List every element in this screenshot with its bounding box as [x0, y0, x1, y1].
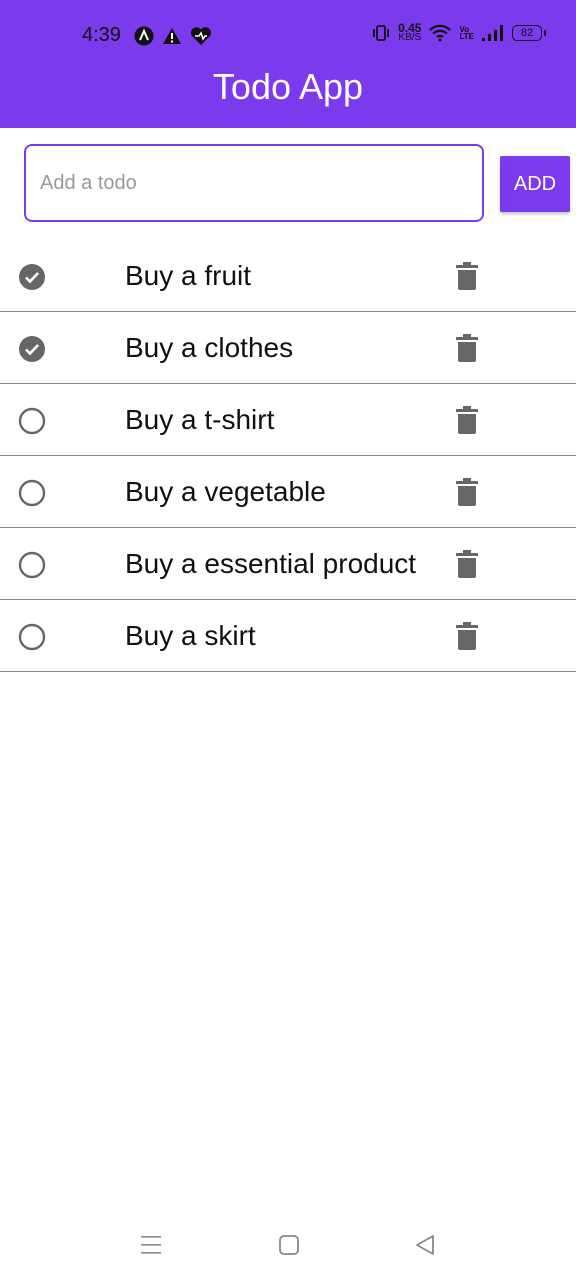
todo-item: Buy a essential product: [0, 528, 576, 600]
todo-text: Buy a skirt: [125, 620, 256, 651]
notification-icons: [134, 26, 212, 46]
trash-icon[interactable]: [456, 478, 478, 506]
unchecked-circle-icon[interactable]: [18, 479, 46, 507]
network-speed-unit: KB/S: [398, 32, 422, 43]
todo-app-screen: 4:39 0.45 KB/S Vo LTE 82 Todo App Add a …: [0, 0, 576, 1280]
todo-item: Buy a vegetable: [0, 456, 576, 528]
todo-item: Buy a t-shirt: [0, 384, 576, 456]
todo-input[interactable]: [24, 144, 484, 222]
vibrate-icon: [373, 25, 390, 41]
system-status-icons: 0.45 KB/S Vo LTE 82: [372, 22, 546, 43]
trash-icon[interactable]: [456, 622, 478, 650]
todo-item: Buy a fruit: [0, 240, 576, 312]
todo-list: Buy a fruit Buy a clothes Buy a t-shirt Buy…: [0, 240, 576, 672]
page-title: Todo App: [212, 66, 364, 107]
add-button[interactable]: ADD: [500, 156, 570, 212]
signal-icon: [482, 25, 503, 41]
warning-icon: [163, 28, 181, 44]
wifi-icon: [429, 24, 452, 42]
checked-circle-icon[interactable]: [18, 335, 46, 363]
app-a-icon: [134, 26, 154, 46]
trash-icon[interactable]: [456, 262, 478, 290]
todo-text: Buy a essential product: [125, 548, 417, 579]
todo-text: Buy a fruit: [125, 260, 252, 291]
back-icon[interactable]: [414, 1234, 436, 1256]
battery-indicator: 82: [512, 25, 546, 41]
app-bar: 4:39 0.45 KB/S Vo LTE 82 Todo App: [0, 0, 576, 128]
unchecked-circle-icon[interactable]: [18, 623, 46, 651]
checked-circle-icon[interactable]: [18, 263, 46, 291]
status-bar: 4:39 0.45 KB/S Vo LTE 82: [0, 0, 576, 72]
trash-icon[interactable]: [456, 334, 478, 362]
volte-indicator: Vo LTE: [459, 26, 474, 41]
network-speed: 0.45 KB/S: [398, 22, 422, 43]
todo-text: Buy a t-shirt: [125, 404, 275, 435]
trash-icon[interactable]: [456, 406, 478, 434]
trash-icon[interactable]: [456, 550, 478, 578]
add-todo-form: ADD: [24, 144, 570, 224]
heart-icon: [190, 27, 212, 45]
todo-item: Buy a clothes: [0, 312, 576, 384]
unchecked-circle-icon[interactable]: [18, 551, 46, 579]
recent-apps-icon[interactable]: [140, 1234, 162, 1256]
unchecked-circle-icon[interactable]: [18, 407, 46, 435]
home-icon[interactable]: [278, 1234, 300, 1256]
volte-bottom: LTE: [459, 32, 474, 41]
todo-text: Buy a vegetable: [125, 476, 326, 507]
todo-item: Buy a skirt: [0, 600, 576, 672]
status-time: 4:39: [82, 24, 121, 46]
system-navigation-bar: [0, 1210, 576, 1280]
todo-text: Buy a clothes: [125, 332, 294, 363]
